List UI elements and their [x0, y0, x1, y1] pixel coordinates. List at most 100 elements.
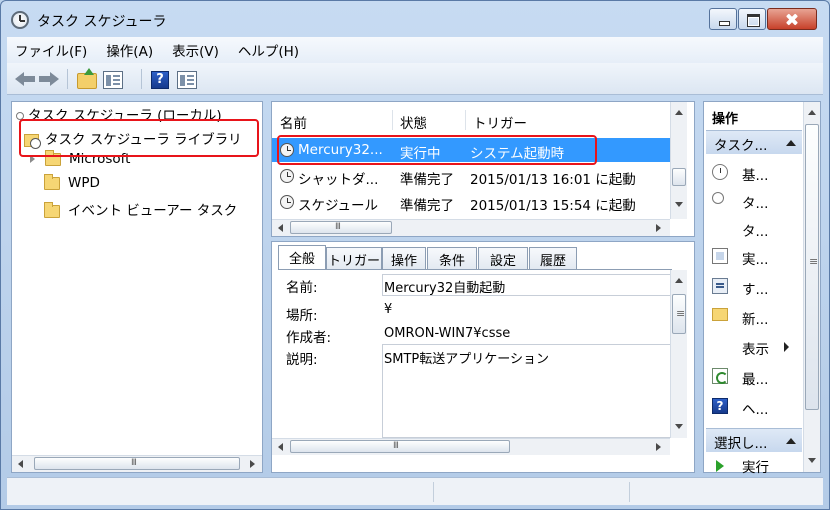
help-icon[interactable]: ?	[151, 71, 169, 89]
new-folder-icon	[712, 308, 728, 321]
tab-settings[interactable]: 設定	[478, 247, 528, 269]
basic-task-icon	[712, 164, 728, 180]
action-view[interactable]: 表示	[742, 338, 769, 358]
tab-content-border	[278, 269, 672, 270]
task-row[interactable]: シャットダ... 準備完了 2015/01/13 16:01 に起動	[272, 164, 670, 188]
column-divider	[465, 110, 466, 130]
task-list-vertical-scrollbar[interactable]	[670, 102, 687, 219]
toolbar-separator	[141, 69, 142, 89]
scroll-left-icon[interactable]	[278, 443, 283, 451]
grip: III	[131, 458, 137, 468]
menu-file[interactable]: ファイル(F)	[15, 40, 87, 60]
action-enable-history[interactable]: す...	[742, 278, 768, 298]
task-trigger: 2015/01/13 15:54 に起動	[470, 198, 636, 214]
tab-history[interactable]: 履歴	[529, 247, 577, 269]
grip: ≡	[809, 255, 818, 268]
tree-item-event-viewer[interactable]: イベント ビューアー タスク	[44, 199, 237, 221]
actions-pane: 操作 タスク... 基... タ... タ... 実... す... 新... …	[703, 101, 821, 476]
tree-item-wpd[interactable]: WPD	[44, 173, 100, 197]
up-folder-icon[interactable]	[77, 68, 97, 89]
tab-conditions[interactable]: 条件	[427, 247, 477, 269]
action-display-running[interactable]: 実...	[742, 248, 768, 268]
close-button[interactable]	[767, 8, 817, 30]
scroll-right-icon[interactable]	[250, 460, 255, 468]
column-header-name[interactable]: 名前	[280, 112, 307, 132]
scroll-thumb[interactable]	[672, 168, 686, 186]
tab-general[interactable]: 全般	[278, 245, 326, 269]
task-clock-icon	[280, 169, 294, 183]
collapse-up-icon[interactable]	[786, 438, 796, 444]
grip: III	[335, 222, 341, 232]
status-bar	[7, 477, 823, 505]
run-icon	[716, 460, 724, 472]
action-import-task[interactable]: タ...	[742, 220, 768, 240]
scroll-up-icon[interactable]	[675, 110, 683, 115]
tree-horizontal-scrollbar[interactable]: III	[12, 455, 262, 472]
column-header-status[interactable]: 状態	[400, 112, 427, 132]
column-header-trigger[interactable]: トリガー	[473, 112, 527, 132]
actions-section-task-library[interactable]: タスク...	[706, 130, 802, 154]
scroll-thumb[interactable]: III	[290, 221, 392, 234]
task-status: 準備完了	[400, 198, 454, 214]
forward-arrow-icon[interactable]	[39, 71, 59, 87]
show-hide-actions-icon[interactable]	[177, 71, 197, 89]
tab-triggers[interactable]: トリガー	[326, 247, 382, 269]
tab-actions[interactable]: 操作	[382, 247, 426, 269]
detail-vertical-scrollbar[interactable]: ≡	[670, 270, 687, 438]
maximize-button[interactable]	[738, 8, 766, 30]
scroll-left-icon[interactable]	[278, 224, 283, 232]
menu-help[interactable]: ヘルプ(H)	[238, 40, 299, 60]
detail-horizontal-scrollbar[interactable]: III	[272, 438, 670, 455]
task-row[interactable]: スケジュール 準備完了 2015/01/13 15:54 に起動	[272, 190, 670, 214]
task-name: シャットダ...	[298, 172, 379, 188]
action-help[interactable]: ヘ...	[742, 398, 768, 418]
scroll-right-icon[interactable]	[656, 224, 661, 232]
submenu-arrow-icon	[784, 342, 789, 352]
actions-section-selected-item[interactable]: 選択し...	[706, 428, 802, 452]
scroll-thumb[interactable]: III	[290, 440, 510, 453]
clock-app-icon	[11, 11, 29, 29]
collapse-up-icon[interactable]	[786, 140, 796, 146]
toolbar: ?	[7, 63, 823, 95]
scroll-up-icon[interactable]	[808, 110, 816, 115]
scroll-thumb[interactable]: III	[34, 457, 240, 470]
action-create-basic-task[interactable]: 基...	[742, 164, 768, 184]
menu-action[interactable]: 操作(A)	[106, 40, 153, 60]
scroll-thumb[interactable]: ≡	[672, 294, 686, 334]
scroll-down-icon[interactable]	[675, 424, 683, 429]
task-trigger: 2015/01/13 16:01 に起動	[470, 172, 636, 188]
task-list-horizontal-scrollbar[interactable]: III	[272, 219, 670, 236]
scroll-up-icon[interactable]	[675, 278, 683, 283]
task-status: 準備完了	[400, 172, 454, 188]
window-title: タスク スケジューラ	[37, 14, 167, 30]
action-refresh[interactable]: 最...	[742, 368, 768, 388]
folder-icon	[44, 173, 60, 190]
action-run[interactable]: 実行	[742, 456, 769, 476]
create-task-icon	[712, 192, 724, 204]
field-location-value: ¥	[384, 302, 393, 317]
field-author-value: OMRON-WIN7¥csse	[384, 326, 511, 341]
actions-vertical-scrollbar[interactable]: ≡	[803, 102, 820, 472]
status-divider	[629, 482, 630, 502]
back-arrow-icon[interactable]	[15, 71, 35, 87]
minimize-button[interactable]	[709, 8, 737, 30]
scroll-down-icon[interactable]	[808, 458, 816, 463]
scroll-left-icon[interactable]	[18, 460, 23, 468]
field-location-label: 場所:	[286, 308, 318, 324]
status-divider	[433, 482, 434, 502]
menu-view[interactable]: 表示(V)	[172, 40, 219, 60]
tree-item-label: イベント ビューアー タスク	[68, 203, 238, 219]
scroll-thumb[interactable]: ≡	[805, 124, 819, 410]
show-hide-tree-icon[interactable]	[103, 71, 123, 89]
highlight-library-box	[19, 119, 259, 157]
field-name-label: 名前:	[286, 280, 318, 296]
section-label: 選択し...	[714, 436, 768, 452]
action-new-folder[interactable]: 新...	[742, 308, 768, 328]
running-tasks-icon	[712, 248, 728, 264]
task-scheduler-window: タスク スケジューラ ファイル(F) 操作(A) 表示(V) ヘルプ(H) ? …	[0, 0, 830, 510]
scroll-right-icon[interactable]	[656, 443, 661, 451]
action-create-task[interactable]: タ...	[742, 192, 768, 212]
scroll-down-icon[interactable]	[675, 202, 683, 207]
field-description-value: SMTP転送アプリケーション	[384, 352, 549, 367]
history-icon	[712, 278, 728, 294]
